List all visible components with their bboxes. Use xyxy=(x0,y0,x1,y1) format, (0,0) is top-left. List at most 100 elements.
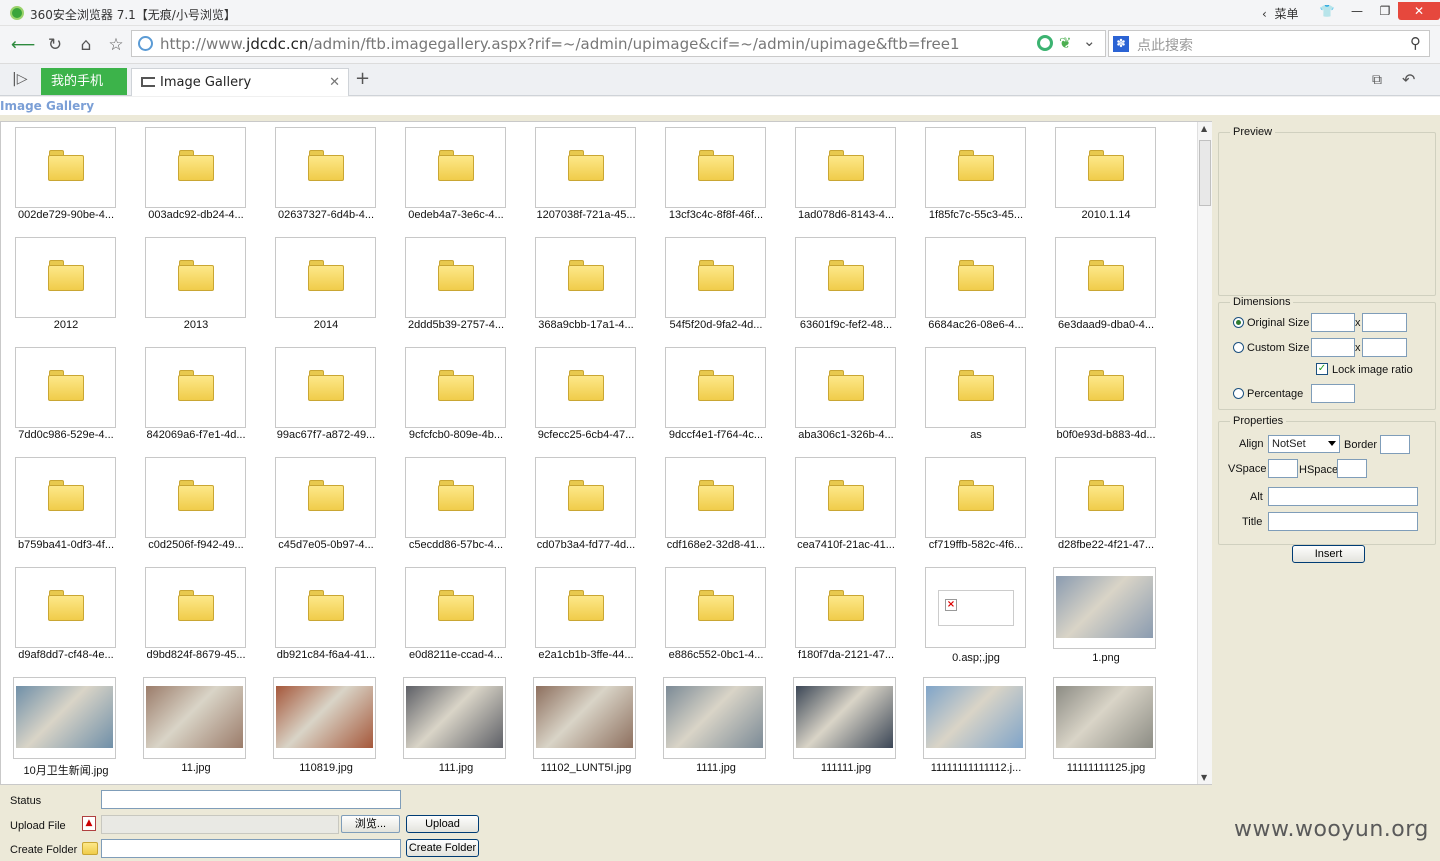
item-caption[interactable]: 02637327-6d4b-4... xyxy=(271,209,381,221)
folder-thumbnail[interactable] xyxy=(145,237,246,318)
item-caption[interactable]: 2014 xyxy=(271,319,381,331)
upload-file-input[interactable] xyxy=(101,815,339,834)
image-thumbnail[interactable] xyxy=(143,677,246,759)
search-engine-icon[interactable]: ✽ xyxy=(1113,36,1129,52)
lock-ratio-checkbox[interactable]: ✓ xyxy=(1316,363,1328,375)
gallery-folder-item[interactable]: d28fbe22-4f21-47... xyxy=(1051,457,1161,561)
gallery-folder-item[interactable]: cea7410f-21ac-41... xyxy=(791,457,901,561)
folder-thumbnail[interactable] xyxy=(405,457,506,538)
folder-thumbnail[interactable] xyxy=(795,127,896,208)
gallery-folder-item[interactable]: 9cfecc25-6cb4-47... xyxy=(531,347,641,451)
folder-thumbnail[interactable] xyxy=(665,457,766,538)
search-icon[interactable]: ⚲ xyxy=(1410,34,1421,52)
gallery-folder-item[interactable]: db921c84-f6a4-41... xyxy=(271,567,381,671)
item-caption[interactable]: c5ecdd86-57bc-4... xyxy=(401,539,511,551)
title-input[interactable] xyxy=(1268,512,1418,531)
gallery-folder-item[interactable]: 9cfcfcb0-809e-4b... xyxy=(401,347,511,451)
folder-thumbnail[interactable] xyxy=(275,127,376,208)
folder-thumbnail[interactable] xyxy=(145,347,246,428)
home-button[interactable]: ⌂ xyxy=(73,32,99,58)
item-caption[interactable]: 002de729-90be-4... xyxy=(11,209,121,221)
hspace-input[interactable] xyxy=(1337,459,1367,478)
item-caption[interactable]: c0d2506f-f942-49... xyxy=(141,539,251,551)
image-thumbnail[interactable] xyxy=(663,677,766,759)
gallery-folder-item[interactable]: 7dd0c986-529e-4... xyxy=(11,347,121,451)
broken-image-thumbnail[interactable]: × xyxy=(925,567,1026,648)
item-caption[interactable]: 842069a6-f7e1-4d... xyxy=(141,429,251,441)
border-input[interactable] xyxy=(1380,435,1410,454)
item-caption[interactable]: d28fbe22-4f21-47... xyxy=(1051,539,1161,551)
folder-thumbnail[interactable] xyxy=(535,347,636,428)
folder-thumbnail[interactable] xyxy=(925,127,1026,208)
item-caption[interactable]: 0.asp;.jpg xyxy=(921,652,1031,664)
gallery-folder-item[interactable]: d9af8dd7-cf48-4e... xyxy=(11,567,121,671)
item-caption[interactable]: cea7410f-21ac-41... xyxy=(791,539,901,551)
item-caption[interactable]: cf719ffb-582c-4f6... xyxy=(921,539,1031,551)
gallery-folder-item[interactable]: f180f7da-2121-47... xyxy=(791,567,901,671)
gallery-image-item[interactable]: 1111.jpg xyxy=(661,677,771,781)
gallery-folder-item[interactable]: 6684ac26-08e6-4... xyxy=(921,237,1031,341)
gallery-image-item[interactable]: 110819.jpg xyxy=(271,677,381,781)
close-window-button[interactable]: ✕ xyxy=(1398,2,1440,20)
folder-thumbnail[interactable] xyxy=(145,457,246,538)
folder-thumbnail[interactable] xyxy=(535,457,636,538)
folder-thumbnail[interactable] xyxy=(925,347,1026,428)
item-caption[interactable]: 7dd0c986-529e-4... xyxy=(11,429,121,441)
original-size-radio[interactable] xyxy=(1233,317,1244,328)
gallery-folder-item[interactable]: b0f0e93d-b883-4d... xyxy=(1051,347,1161,451)
item-caption[interactable]: 2010.1.14 xyxy=(1051,209,1161,221)
gallery-folder-item[interactable]: 6e3daad9-dba0-4... xyxy=(1051,237,1161,341)
item-caption[interactable]: 1111.jpg xyxy=(661,762,771,774)
gallery-folder-item[interactable]: aba306c1-326b-4... xyxy=(791,347,901,451)
chevron-down-icon[interactable]: ⌄ xyxy=(1083,32,1096,50)
folder-thumbnail[interactable] xyxy=(145,127,246,208)
item-caption[interactable]: 1f85fc7c-55c3-45... xyxy=(921,209,1031,221)
favorite-star-icon[interactable]: ☆ xyxy=(103,32,129,58)
gallery-image-item[interactable]: 111111.jpg xyxy=(791,677,901,781)
folder-thumbnail[interactable] xyxy=(145,567,246,648)
gallery-folder-item[interactable]: c0d2506f-f942-49... xyxy=(141,457,251,561)
folder-thumbnail[interactable] xyxy=(1055,457,1156,538)
item-caption[interactable]: 368a9cbb-17a1-4... xyxy=(531,319,641,331)
browse-button[interactable]: 浏览... xyxy=(341,815,400,833)
original-height-input[interactable] xyxy=(1362,313,1407,332)
folder-thumbnail[interactable] xyxy=(405,237,506,318)
gallery-folder-item[interactable]: as xyxy=(921,347,1031,451)
gallery-folder-item[interactable]: 1207038f-721a-45... xyxy=(531,127,641,231)
gallery-folder-item[interactable]: 54f5f20d-9fa2-4d... xyxy=(661,237,771,341)
folder-thumbnail[interactable] xyxy=(665,237,766,318)
item-caption[interactable]: 9cfecc25-6cb4-47... xyxy=(531,429,641,441)
browser-menu-button[interactable]: ‹ 菜单 xyxy=(1262,5,1298,22)
item-caption[interactable]: 11111111111112.j... xyxy=(921,762,1031,774)
upload-button[interactable]: Upload xyxy=(406,815,479,833)
leaf-icon[interactable]: ❦ xyxy=(1059,34,1072,52)
gallery-folder-item[interactable]: d9bd824f-8679-45... xyxy=(141,567,251,671)
search-box[interactable]: ✽ 点此搜索 ⚲ xyxy=(1108,30,1430,57)
gallery-folder-item[interactable]: 2014 xyxy=(271,237,381,341)
item-caption[interactable]: 2ddd5b39-2757-4... xyxy=(401,319,511,331)
item-caption[interactable]: 11.jpg xyxy=(141,762,251,774)
item-caption[interactable]: 6e3daad9-dba0-4... xyxy=(1051,319,1161,331)
gallery-folder-item[interactable]: 003adc92-db24-4... xyxy=(141,127,251,231)
item-caption[interactable]: b759ba41-0df3-4f... xyxy=(11,539,121,551)
folder-thumbnail[interactable] xyxy=(15,567,116,648)
address-url[interactable]: http://www.jdcdc.cn/admin/ftb.imagegalle… xyxy=(160,35,960,53)
item-caption[interactable]: 110819.jpg xyxy=(271,762,381,774)
vspace-input[interactable] xyxy=(1268,459,1298,478)
gallery-folder-item[interactable]: 63601f9c-fef2-48... xyxy=(791,237,901,341)
gallery-folder-item[interactable]: 2010.1.14 xyxy=(1051,127,1161,231)
image-thumbnail[interactable] xyxy=(13,677,116,759)
folder-thumbnail[interactable] xyxy=(665,127,766,208)
gallery-folder-item[interactable]: 02637327-6d4b-4... xyxy=(271,127,381,231)
folder-thumbnail[interactable] xyxy=(405,127,506,208)
create-folder-input[interactable] xyxy=(101,839,401,858)
folder-thumbnail[interactable] xyxy=(15,347,116,428)
gallery-folder-item[interactable]: 0edeb4a7-3e6c-4... xyxy=(401,127,511,231)
item-caption[interactable]: 111.jpg xyxy=(401,762,511,774)
custom-width-input[interactable] xyxy=(1311,338,1355,357)
vertical-scrollbar[interactable]: ▲ ▼ xyxy=(1197,122,1212,784)
item-caption[interactable]: d9bd824f-8679-45... xyxy=(141,649,251,661)
folder-thumbnail[interactable] xyxy=(535,237,636,318)
folder-thumbnail[interactable] xyxy=(665,347,766,428)
item-caption[interactable]: 1207038f-721a-45... xyxy=(531,209,641,221)
